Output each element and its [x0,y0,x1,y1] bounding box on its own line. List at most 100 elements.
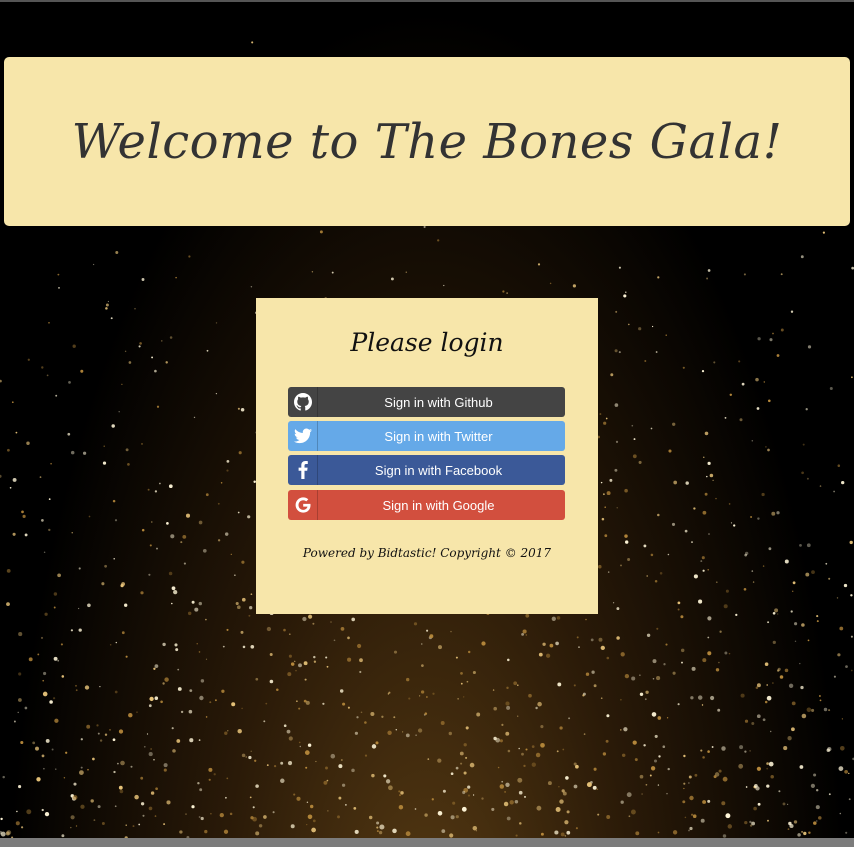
sparkle-dot [738,763,744,769]
sparkle-dot [707,269,711,272]
sparkle-dot [162,682,165,685]
sparkle-dot [77,607,80,610]
sparkle-dot [330,753,336,759]
sparkle-dot [710,695,715,701]
sparkle-dot [481,797,484,800]
sparkle-dot [750,515,753,519]
sparkle-dot [105,307,108,310]
sparkle-dot [96,724,99,727]
sparkle-dot [354,829,359,834]
sparkle-dot [787,736,792,741]
sparkle-dot [653,759,658,763]
sparkle-dot [46,374,49,377]
sparkle-dot [293,793,296,796]
sparkle-dot [80,804,85,809]
sparkle-dot [149,696,154,702]
sparkle-dot [37,653,40,656]
sparkle-dot [354,731,358,735]
sparkle-dot [841,480,845,485]
sparkle-dot [125,824,127,826]
github-signin-button[interactable]: Sign in with Github [288,387,565,417]
sparkle-dot [151,356,154,359]
sparkle-dot [765,446,767,448]
sparkle-dot [643,544,647,548]
sparkle-dot [370,711,375,717]
sparkle-dot [772,332,774,335]
sparkle-dot [288,736,293,741]
sparkle-dot [837,653,841,657]
sparkle-dot [702,510,707,515]
sparkle-dot [549,282,552,285]
sparkle-dot [712,479,714,482]
sparkle-dot [816,615,819,618]
sparkle-dot [120,760,125,766]
sparkle-dot [672,422,676,426]
sparkle-dot [818,816,822,820]
sparkle-dot [443,284,445,287]
sparkle-dot [677,608,680,611]
sparkle-dot [509,800,514,805]
sparkle-dot [313,660,317,663]
sparkle-dot [415,734,417,736]
sparkle-dot [603,493,605,496]
sparkle-dot [694,773,698,777]
sparkle-dot [340,759,343,761]
sparkle-dot [657,831,660,834]
sparkle-dot [654,734,658,738]
sparkle-dot [234,574,236,576]
sparkle-dot [330,621,332,623]
sparkle-dot [631,424,634,427]
sparkle-dot [248,614,251,617]
sparkle-dot [725,813,731,819]
sparkle-dot [134,307,136,310]
sparkle-dot [341,783,346,787]
sparkle-dot [757,337,761,341]
sparkle-dot [78,628,82,632]
sparkle-dot [53,697,56,700]
sparkle-dot [180,710,184,714]
sparkle-dot [614,349,618,353]
sparkle-dot [249,606,253,610]
sparkle-dot [250,593,253,596]
sparkle-dot [401,731,404,733]
github-icon [288,387,318,417]
sparkle-dot [492,689,495,691]
sparkle-dot [739,418,743,422]
sparkle-dot [822,231,825,234]
sparkle-dot [20,740,24,745]
sparkle-dot [205,658,208,660]
sparkle-dot [565,776,569,780]
sparkle-dot [531,745,535,748]
twitter-signin-button[interactable]: Sign in with Twitter [288,421,565,451]
sparkle-dot [70,826,72,829]
sparkle-dot [204,829,208,834]
sparkle-dot [163,823,166,826]
sparkle-dot [455,656,458,659]
sparkle-dot [518,790,523,795]
sparkle-dot [463,743,467,747]
sparkle-dot [505,701,510,706]
sparkle-dot [390,277,394,281]
sparkle-dot [112,738,116,742]
sparkle-dot [733,524,736,527]
sparkle-dot [189,738,194,743]
sparkle-dot [845,665,848,668]
sparkle-dot [45,738,50,743]
sparkle-dot [80,738,83,741]
sparkle-dot [53,606,56,609]
facebook-signin-button[interactable]: Sign in with Facebook [288,455,565,485]
sparkle-dot [586,782,592,788]
sparkle-dot [711,746,714,748]
copyright-footer: Powered by Bidtastic! Copyright © 2017 [302,546,552,560]
sparkle-dot [718,769,722,773]
sparkle-dot [312,622,315,625]
sparkle-dot [128,712,133,718]
welcome-banner: Welcome to The Bones Gala! [4,57,850,226]
sparkle-dot [692,814,697,818]
google-signin-button[interactable]: Sign in with Google [288,490,565,520]
sparkle-dot [752,581,755,583]
sparkle-dot [513,681,518,686]
sparkle-dot [251,41,254,44]
sparkle-dot [620,698,622,701]
sparkle-dot [80,766,83,769]
